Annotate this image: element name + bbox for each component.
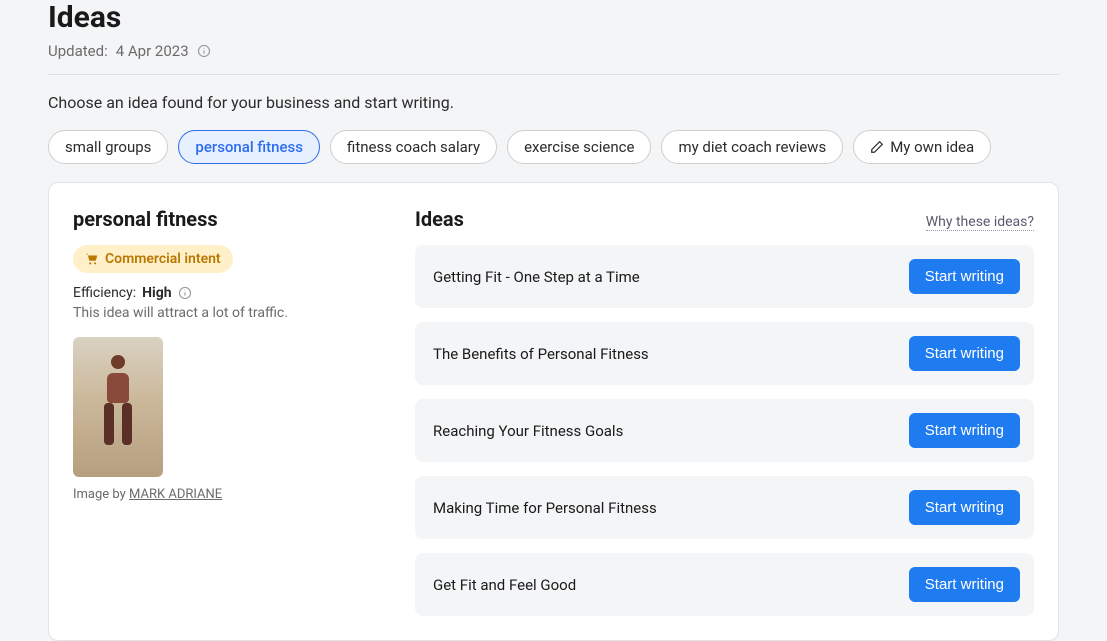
pencil-icon <box>870 140 884 154</box>
info-icon[interactable] <box>197 44 211 58</box>
chip-my-own-idea[interactable]: My own idea <box>853 130 991 164</box>
image-author-link[interactable]: MARK ADRIANE <box>129 487 222 502</box>
idea-row: Making Time for Personal Fitness Start wr… <box>415 476 1034 539</box>
chip-label: small groups <box>65 138 151 156</box>
topic-title: personal fitness <box>73 207 383 231</box>
intent-badge: Commercial intent <box>73 245 233 273</box>
chip-label: fitness coach salary <box>347 138 480 156</box>
detail-left: personal fitness Commercial intent Effic… <box>73 207 383 616</box>
chip-exercise-science[interactable]: exercise science <box>507 130 651 164</box>
intent-badge-label: Commercial intent <box>105 251 221 267</box>
updated-prefix: Updated: <box>48 42 108 60</box>
cart-icon <box>85 252 99 266</box>
idea-row: Getting Fit - One Step at a Time Start wr… <box>415 245 1034 308</box>
chip-label: my diet coach reviews <box>678 138 826 156</box>
idea-title: Making Time for Personal Fitness <box>433 499 657 517</box>
chip-fitness-coach-salary[interactable]: fitness coach salary <box>330 130 497 164</box>
divider <box>48 74 1059 75</box>
page-title: Ideas <box>48 0 1059 36</box>
image-credit: Image by MARK ADRIANE <box>73 487 383 502</box>
intro-text: Choose an idea found for your business a… <box>48 93 1059 112</box>
why-these-ideas-link[interactable]: Why these ideas? <box>926 214 1034 231</box>
idea-title: The Benefits of Personal Fitness <box>433 345 649 363</box>
efficiency-value: High <box>142 285 171 301</box>
info-icon[interactable] <box>178 286 192 300</box>
chip-label: exercise science <box>524 138 634 156</box>
topic-thumbnail[interactable] <box>73 337 163 477</box>
start-writing-button[interactable]: Start writing <box>909 490 1020 525</box>
image-credit-prefix: Image by <box>73 487 129 502</box>
updated-row: Updated: 4 Apr 2023 <box>48 42 1059 60</box>
updated-date: 4 Apr 2023 <box>116 42 189 60</box>
idea-title: Reaching Your Fitness Goals <box>433 422 623 440</box>
start-writing-button[interactable]: Start writing <box>909 567 1020 602</box>
start-writing-button[interactable]: Start writing <box>909 413 1020 448</box>
chip-row: small groups personal fitness fitness coac… <box>48 130 1059 164</box>
idea-row: Get Fit and Feel Good Start writing <box>415 553 1034 616</box>
chip-small-groups[interactable]: small groups <box>48 130 168 164</box>
efficiency-row: Efficiency: High <box>73 285 383 301</box>
idea-title: Getting Fit - One Step at a Time <box>433 268 640 286</box>
ideas-panel-header: Ideas Why these ideas? <box>415 207 1034 231</box>
efficiency-desc: This idea will attract a lot of traffic. <box>73 305 383 321</box>
idea-row: The Benefits of Personal Fitness Start wr… <box>415 322 1034 385</box>
efficiency-label: Efficiency: <box>73 285 136 301</box>
ideas-panel: Ideas Why these ideas? Getting Fit - One… <box>415 207 1034 616</box>
idea-row: Reaching Your Fitness Goals Start writing <box>415 399 1034 462</box>
detail-card: personal fitness Commercial intent Effic… <box>48 182 1059 641</box>
chip-label: personal fitness <box>195 138 303 156</box>
idea-title: Get Fit and Feel Good <box>433 576 576 594</box>
ideas-heading: Ideas <box>415 207 464 231</box>
chip-personal-fitness[interactable]: personal fitness <box>178 130 320 164</box>
chip-my-diet-coach-reviews[interactable]: my diet coach reviews <box>661 130 843 164</box>
idea-list: Getting Fit - One Step at a Time Start wr… <box>415 245 1034 616</box>
start-writing-button[interactable]: Start writing <box>909 336 1020 371</box>
start-writing-button[interactable]: Start writing <box>909 259 1020 294</box>
chip-label: My own idea <box>890 138 974 156</box>
